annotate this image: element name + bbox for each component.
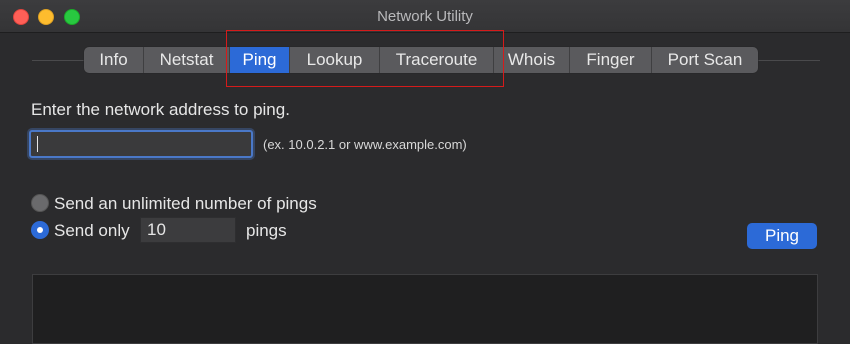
- tab-whois[interactable]: Whois: [494, 47, 570, 73]
- radio-unlimited-label[interactable]: Send an unlimited number of pings: [54, 194, 317, 214]
- ping-count-suffix: pings: [246, 221, 287, 240]
- tab-info[interactable]: Info: [84, 47, 144, 73]
- text-caret: [37, 136, 38, 152]
- title-bar: Network Utility: [0, 0, 850, 33]
- window-title: Network Utility: [377, 8, 473, 25]
- tab-finger[interactable]: Finger: [570, 47, 652, 73]
- radio-send-only[interactable]: [31, 221, 49, 239]
- radio-send-only-label[interactable]: Send only: [54, 221, 130, 241]
- ping-button[interactable]: Ping: [747, 223, 817, 249]
- highlight-annotation: [226, 30, 504, 87]
- address-input[interactable]: [29, 130, 253, 158]
- tab-netstat[interactable]: Netstat: [144, 47, 230, 73]
- tab-port-scan[interactable]: Port Scan: [652, 47, 758, 73]
- ping-output-area[interactable]: [32, 274, 818, 344]
- ping-prompt: Enter the network address to ping.: [31, 100, 290, 119]
- radio-unlimited-pings[interactable]: [31, 194, 49, 212]
- address-hint: (ex. 10.0.2.1 or www.example.com): [263, 137, 467, 152]
- ping-count-input[interactable]: 10: [140, 217, 236, 243]
